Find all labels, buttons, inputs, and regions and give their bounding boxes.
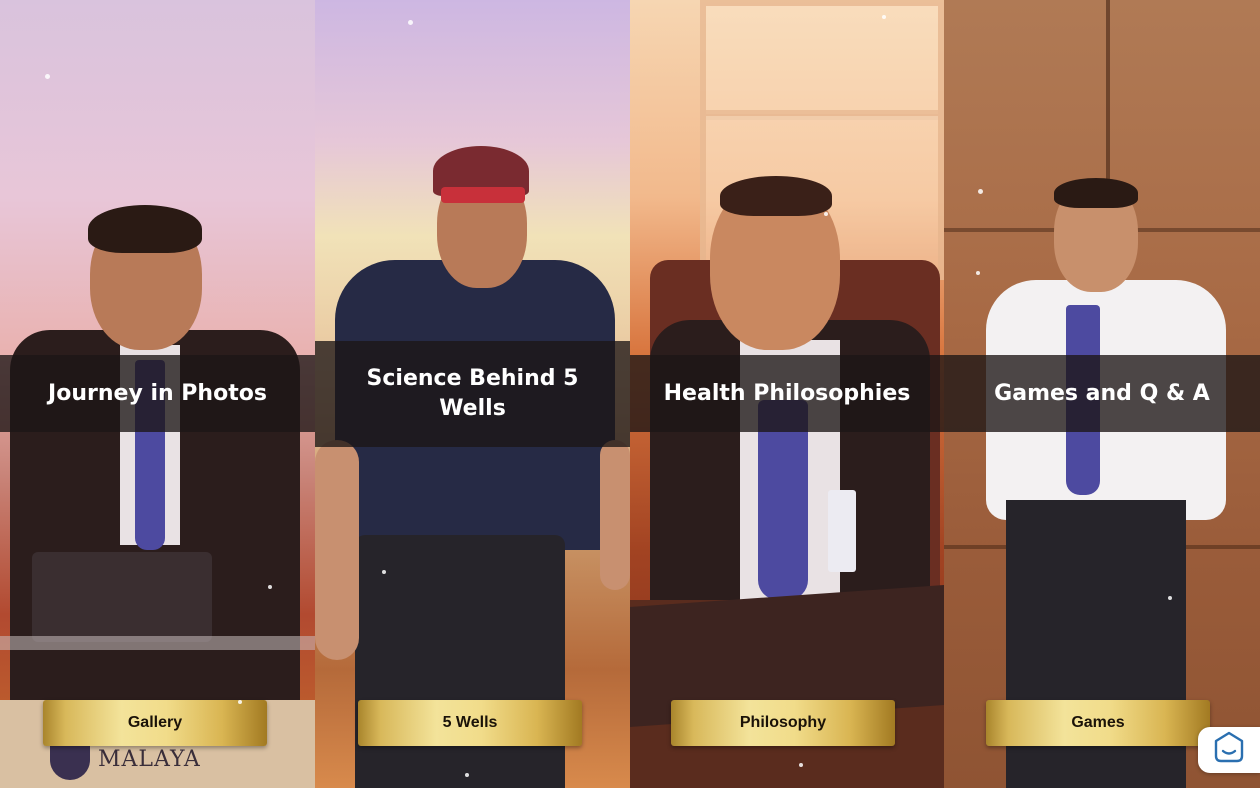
panel-journey-in-photos[interactable]: MALAYA Journey in Photos Gallery — [0, 0, 315, 788]
panel-title-band: Health Philosophies — [630, 355, 944, 432]
sparkle — [978, 189, 983, 194]
panel-title: Games and Q & A — [994, 380, 1210, 406]
sparkle — [45, 74, 50, 79]
sparkle — [465, 773, 469, 777]
button-label: Gallery — [127, 714, 183, 731]
sparkle — [238, 700, 242, 704]
panel-title-band: Games and Q & A — [944, 355, 1260, 432]
sparkle — [799, 763, 803, 767]
panel-science-behind-5-wells[interactable]: Science Behind 5 Wells 5 Wells — [315, 0, 630, 788]
button-label: Philosophy — [739, 714, 827, 731]
button-label: Games — [1071, 714, 1125, 731]
sparkle — [976, 271, 980, 275]
panel-title: Journey in Photos — [48, 380, 267, 406]
panel-title: Health Philosophies — [663, 380, 911, 406]
sparkle — [268, 585, 272, 589]
sparkle — [824, 212, 828, 216]
sparkle — [382, 570, 386, 574]
panel-grid: MALAYA Journey in Photos Gallery Science… — [0, 0, 1260, 788]
sparkle — [1168, 596, 1172, 600]
panel-title-band: Science Behind 5 Wells — [315, 341, 630, 447]
gallery-button[interactable]: Gallery — [43, 700, 267, 746]
games-button[interactable]: Games — [986, 700, 1210, 746]
sparkle — [408, 20, 413, 25]
sparkle — [882, 15, 886, 19]
philosophy-button[interactable]: Philosophy — [671, 700, 895, 746]
panel-title-band: Journey in Photos — [0, 355, 315, 432]
button-label: 5 Wells — [442, 714, 498, 731]
5-wells-button[interactable]: 5 Wells — [358, 700, 582, 746]
chat-widget-button[interactable] — [1198, 727, 1260, 773]
panel-title: Science Behind 5 Wells — [366, 366, 579, 421]
podium-label: MALAYA — [98, 747, 201, 772]
panel-health-philosophies[interactable]: Health Philosophies Philosophy — [630, 0, 944, 788]
chat-bubble-smile-icon — [1211, 730, 1247, 770]
panel-games-and-qa[interactable]: Games and Q & A Games — [944, 0, 1260, 788]
